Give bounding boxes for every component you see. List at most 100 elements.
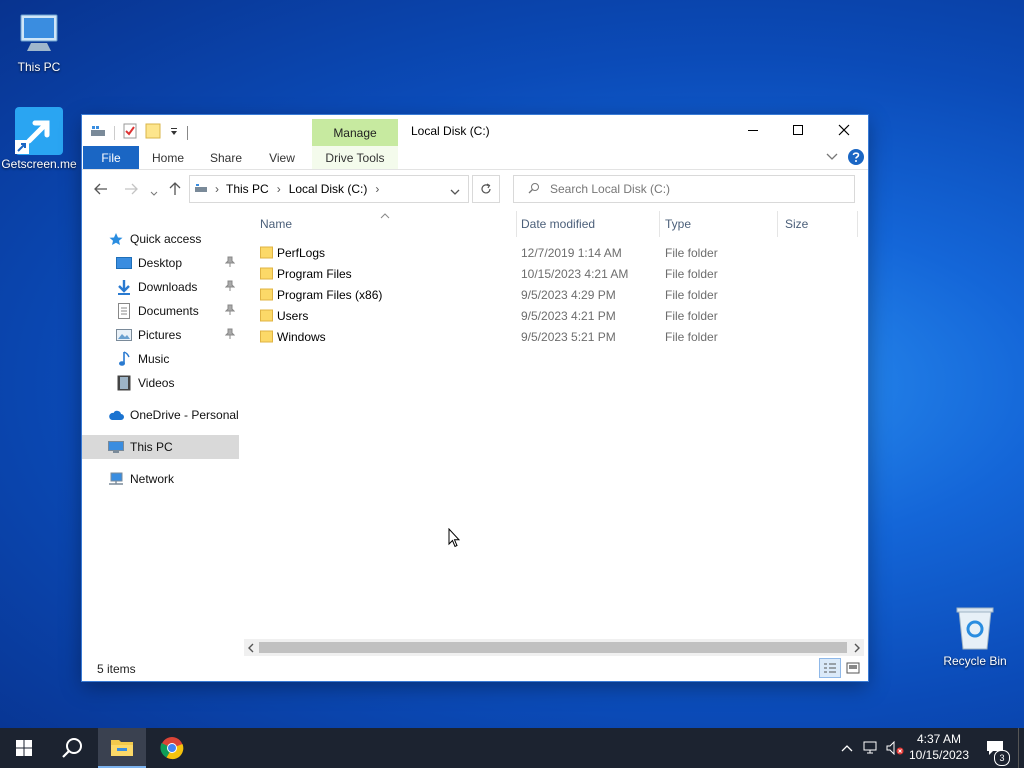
desktop-icon-label: Recycle Bin bbox=[943, 654, 1007, 668]
pin-icon[interactable] bbox=[224, 280, 236, 292]
address-dropdown-button[interactable] bbox=[450, 185, 460, 199]
clock[interactable]: 4:37 AM 10/15/2023 bbox=[906, 731, 972, 763]
properties-icon[interactable] bbox=[123, 123, 137, 142]
tab-drive-tools[interactable]: Drive Tools bbox=[312, 146, 398, 169]
nav-onedrive[interactable]: OneDrive - Personal bbox=[82, 403, 239, 427]
document-icon bbox=[115, 303, 133, 319]
tab-home[interactable]: Home bbox=[144, 146, 192, 169]
column-header-name[interactable]: Name bbox=[260, 211, 292, 237]
mouse-cursor-icon bbox=[448, 527, 461, 551]
nav-downloads[interactable]: Downloads bbox=[82, 275, 239, 299]
table-row[interactable]: PerfLogs 12/7/2019 1:14 AM File folder bbox=[250, 243, 840, 264]
star-icon bbox=[107, 231, 125, 247]
show-desktop-button[interactable] bbox=[1018, 728, 1024, 768]
maximize-button[interactable] bbox=[775, 115, 821, 145]
action-center-button[interactable]: 3 bbox=[980, 728, 1010, 768]
folder-icon bbox=[260, 330, 273, 343]
ribbon-tabs: File Home Share View Drive Tools bbox=[82, 146, 868, 170]
table-row[interactable]: Program Files (x86) 9/5/2023 4:29 PM Fil… bbox=[250, 285, 840, 306]
folder-icon bbox=[260, 288, 273, 301]
taskbar: 4:37 AM 10/15/2023 3 bbox=[0, 728, 1024, 768]
nav-documents[interactable]: Documents bbox=[82, 299, 239, 323]
drive-icon bbox=[194, 182, 208, 196]
tab-view[interactable]: View bbox=[260, 146, 304, 169]
nav-network[interactable]: Network bbox=[82, 467, 239, 491]
forward-button[interactable] bbox=[124, 182, 138, 198]
horizontal-scrollbar[interactable] bbox=[244, 639, 864, 656]
scroll-left-button[interactable] bbox=[247, 642, 255, 656]
network-status-button[interactable] bbox=[860, 728, 880, 768]
column-header-size[interactable]: Size bbox=[785, 211, 808, 237]
pin-icon[interactable] bbox=[224, 256, 236, 268]
refresh-icon bbox=[481, 183, 491, 194]
desktop-icon-recycle-bin[interactable]: Recycle Bin bbox=[937, 604, 1013, 668]
network-icon bbox=[863, 741, 877, 754]
search-icon bbox=[62, 738, 82, 758]
search-box[interactable]: Search Local Disk (C:) bbox=[513, 175, 855, 203]
table-row[interactable]: Windows 9/5/2023 5:21 PM File folder bbox=[250, 327, 840, 348]
column-header-type[interactable]: Type bbox=[665, 211, 691, 237]
table-row[interactable]: Users 9/5/2023 4:21 PM File folder bbox=[250, 306, 840, 327]
desktop-icon-this-pc[interactable]: This PC bbox=[1, 10, 77, 74]
nav-quick-access[interactable]: Quick access bbox=[82, 227, 239, 251]
large-icons-view-icon bbox=[846, 662, 860, 674]
maximize-icon bbox=[793, 125, 803, 135]
taskbar-chrome[interactable] bbox=[148, 728, 196, 768]
taskbar-search-button[interactable] bbox=[48, 728, 96, 768]
desktop-icon-getscreen[interactable]: Getscreen.me bbox=[1, 107, 77, 171]
breadcrumb-this-pc[interactable]: This PC bbox=[226, 182, 269, 196]
volume-button[interactable] bbox=[884, 728, 906, 768]
nav-label: Videos bbox=[138, 376, 175, 390]
close-button[interactable] bbox=[821, 115, 867, 145]
nav-videos[interactable]: Videos bbox=[82, 371, 239, 395]
large-icons-view-button[interactable] bbox=[843, 658, 863, 678]
column-header-date-modified[interactable]: Date modified bbox=[521, 211, 595, 237]
desktop-folder-icon bbox=[115, 255, 133, 271]
breadcrumb-local-disk[interactable]: Local Disk (C:) bbox=[289, 182, 368, 196]
manage-contextual-tab[interactable]: Manage bbox=[312, 119, 398, 146]
scroll-right-button[interactable] bbox=[853, 642, 861, 656]
file-date: 10/15/2023 4:21 AM bbox=[521, 267, 629, 281]
details-view-icon bbox=[824, 663, 836, 673]
search-input[interactable]: Search Local Disk (C:) bbox=[550, 182, 670, 196]
back-button[interactable] bbox=[94, 182, 108, 198]
table-row[interactable]: Program Files 10/15/2023 4:21 AM File fo… bbox=[250, 264, 840, 285]
tab-file[interactable]: File bbox=[83, 146, 139, 169]
file-name: PerfLogs bbox=[277, 246, 326, 260]
nav-desktop[interactable]: Desktop bbox=[82, 251, 239, 275]
tab-share[interactable]: Share bbox=[202, 146, 250, 169]
pin-icon[interactable] bbox=[224, 304, 236, 316]
cloud-icon bbox=[107, 407, 125, 423]
chevron-down-icon[interactable] bbox=[169, 126, 179, 140]
window-title: Local Disk (C:) bbox=[411, 124, 490, 138]
details-view-button[interactable] bbox=[819, 658, 841, 678]
show-hidden-icons-button[interactable] bbox=[838, 728, 856, 768]
refresh-button[interactable] bbox=[472, 175, 500, 203]
nav-label: OneDrive - Personal bbox=[130, 408, 239, 422]
nav-label: Quick access bbox=[130, 232, 202, 246]
new-folder-icon[interactable] bbox=[145, 123, 161, 142]
network-icon bbox=[107, 471, 125, 487]
arrow-up-icon bbox=[169, 182, 181, 195]
address-bar[interactable]: › This PC › Local Disk (C:) › bbox=[189, 175, 469, 203]
expand-ribbon-button[interactable] bbox=[826, 151, 838, 165]
file-name: Program Files bbox=[277, 267, 352, 281]
scroll-thumb[interactable] bbox=[259, 642, 847, 653]
close-icon bbox=[838, 124, 850, 136]
desktop-icon-label: This PC bbox=[17, 60, 61, 74]
chrome-icon bbox=[160, 737, 184, 760]
nav-this-pc[interactable]: This PC bbox=[82, 435, 239, 459]
drive-icon bbox=[90, 125, 106, 140]
help-button[interactable] bbox=[848, 149, 864, 168]
taskbar-file-explorer[interactable] bbox=[98, 728, 146, 768]
up-button[interactable] bbox=[169, 182, 181, 199]
minimize-button[interactable] bbox=[730, 115, 776, 145]
recent-locations-button[interactable] bbox=[150, 184, 158, 200]
nav-pictures[interactable]: Pictures bbox=[82, 323, 239, 347]
file-list: Name Date modified Type Size PerfLogs 12… bbox=[244, 211, 864, 641]
nav-music[interactable]: Music bbox=[82, 347, 239, 371]
nav-label: Desktop bbox=[138, 256, 183, 270]
start-button[interactable] bbox=[0, 728, 48, 768]
nav-label: Documents bbox=[138, 304, 199, 318]
pin-icon[interactable] bbox=[224, 328, 236, 340]
